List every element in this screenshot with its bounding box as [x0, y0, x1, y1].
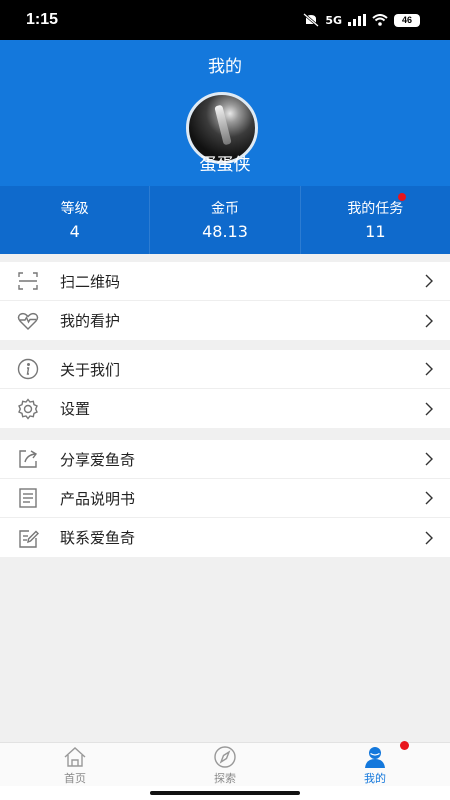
menu-group-2: 关于我们 设置	[0, 350, 450, 428]
stat-label: 金币	[210, 201, 239, 217]
username: 蛋蛋侠	[199, 155, 251, 175]
status-icons: 5G 46	[303, 13, 420, 27]
chevron-right-icon	[425, 402, 433, 415]
menu-label: 我的看护	[60, 312, 121, 330]
chevron-right-icon	[425, 491, 433, 505]
menu-label: 扫二维码	[60, 272, 121, 291]
gear-icon	[16, 397, 40, 421]
tab-label: 首页	[64, 772, 86, 785]
stat-value: 11	[365, 222, 386, 241]
bottom-tab-bar: 首页 探索 我的	[0, 741, 450, 786]
home-icon	[64, 747, 86, 767]
scan-qr-icon	[16, 269, 40, 293]
status-bar: 1:15 5G 46	[0, 0, 450, 40]
share-icon	[16, 447, 40, 471]
edit-contact-icon	[16, 526, 40, 550]
battery-icon: 46	[394, 13, 420, 27]
chevron-right-icon	[425, 362, 433, 376]
tab-explore[interactable]: 探索	[150, 743, 300, 786]
menu-label: 产品说明书	[60, 489, 136, 508]
wifi-icon	[372, 14, 388, 26]
menu-label: 分享爱鱼奇	[60, 450, 136, 469]
menu-item-my-care[interactable]: 我的看护	[0, 301, 450, 340]
status-time: 1:15	[26, 11, 59, 28]
chevron-right-icon	[425, 314, 433, 327]
stat-label: 我的任务	[347, 201, 404, 217]
stat-label: 等级	[60, 201, 89, 217]
stat-value: 4	[69, 222, 80, 241]
menu-group-1: 扫二维码 我的看护	[0, 262, 450, 340]
profile-header: 我的 蛋蛋侠	[0, 40, 450, 186]
tab-label: 探索	[214, 772, 236, 785]
menu-item-share[interactable]: 分享爱鱼奇	[0, 440, 450, 479]
notification-dot	[397, 193, 406, 201]
menu-item-contact[interactable]: 联系爱鱼奇	[0, 518, 450, 557]
home-indicator[interactable]	[150, 791, 300, 795]
stat-coins[interactable]: 金币 48.13	[149, 186, 299, 254]
chevron-right-icon	[425, 531, 433, 544]
stat-value: 48.13	[202, 222, 248, 241]
stat-tasks[interactable]: 我的任务 11	[299, 186, 450, 254]
notification-dot	[400, 741, 409, 750]
stat-level[interactable]: 等级 4	[0, 186, 149, 254]
menu-group-3: 分享爱鱼奇 产品说明书 联系爱鱼奇	[0, 440, 450, 557]
compass-icon	[214, 746, 236, 768]
network-type: 5G	[325, 13, 342, 27]
chevron-right-icon	[425, 274, 433, 288]
chevron-right-icon	[425, 452, 433, 466]
menu-item-settings[interactable]: 设置	[0, 389, 450, 428]
tab-home[interactable]: 首页	[0, 743, 150, 786]
tab-label: 我的	[364, 772, 386, 785]
menu-item-about-us[interactable]: 关于我们	[0, 350, 450, 389]
menu-label: 关于我们	[60, 360, 121, 379]
menu-label: 设置	[60, 400, 91, 418]
menu-item-scan-qr[interactable]: 扫二维码	[0, 262, 450, 301]
info-icon	[16, 357, 40, 381]
signal-icon	[348, 14, 366, 26]
page-title: 我的	[208, 57, 242, 77]
home-indicator-area	[0, 786, 450, 800]
menu-item-product-manual[interactable]: 产品说明书	[0, 479, 450, 518]
menu-label: 联系爱鱼奇	[60, 529, 136, 547]
mute-icon	[303, 13, 320, 27]
heart-pulse-icon	[16, 309, 40, 333]
user-icon	[365, 747, 385, 768]
stats-bar: 等级 4 金币 48.13 我的任务 11	[0, 186, 450, 254]
tab-mine[interactable]: 我的	[300, 743, 450, 786]
document-icon	[16, 486, 40, 510]
